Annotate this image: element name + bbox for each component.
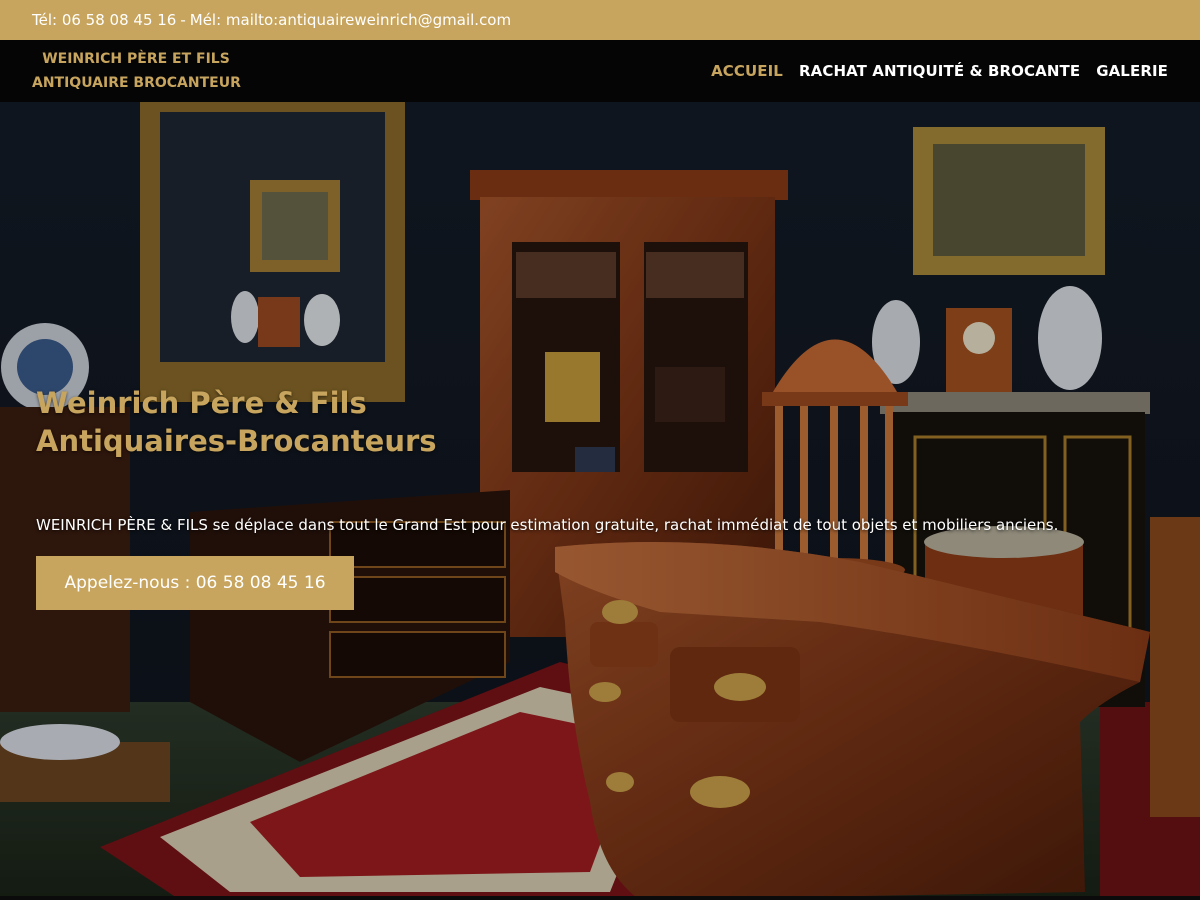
call-us-button[interactable]: Appelez-nous : 06 58 08 45 16 [36,556,354,610]
hero-title-line-1: Weinrich Père & Fils [36,386,367,420]
hero-description: WEINRICH PÈRE & FILS se déplace dans tou… [36,516,1059,534]
nav-item-accueil[interactable]: ACCUEIL [711,62,783,80]
main-header: WEINRICH PÈRE ET FILS ANTIQUAIRE BROCANT… [0,40,1200,102]
hero-overlay [0,102,1200,900]
nav-item-galerie[interactable]: GALERIE [1096,62,1168,80]
email-text[interactable]: Mél: mailto:antiquaireweinrich@gmail.com [190,11,511,29]
main-nav: ACCUEIL RACHAT ANTIQUITÉ & BROCANTE GALE… [711,62,1200,80]
hero-title-line-2: Antiquaires-Brocanteurs [36,424,437,458]
hero-title: Weinrich Père & Fils Antiquaires-Brocant… [36,384,437,460]
contact-bar: Tél: 06 58 08 45 16 - Mél: mailto:antiqu… [0,0,1200,40]
contact-separator: - [180,11,186,29]
logo-line-1: WEINRICH PÈRE ET FILS [42,51,230,67]
logo-line-2: ANTIQUAIRE BROCANTEUR [32,75,241,91]
phone-text[interactable]: Tél: 06 58 08 45 16 [32,11,176,29]
nav-item-rachat[interactable]: RACHAT ANTIQUITÉ & BROCANTE [799,62,1080,80]
site-logo[interactable]: WEINRICH PÈRE ET FILS ANTIQUAIRE BROCANT… [0,47,241,95]
hero-section: Weinrich Père & Fils Antiquaires-Brocant… [0,102,1200,900]
bottom-divider [0,896,1200,900]
